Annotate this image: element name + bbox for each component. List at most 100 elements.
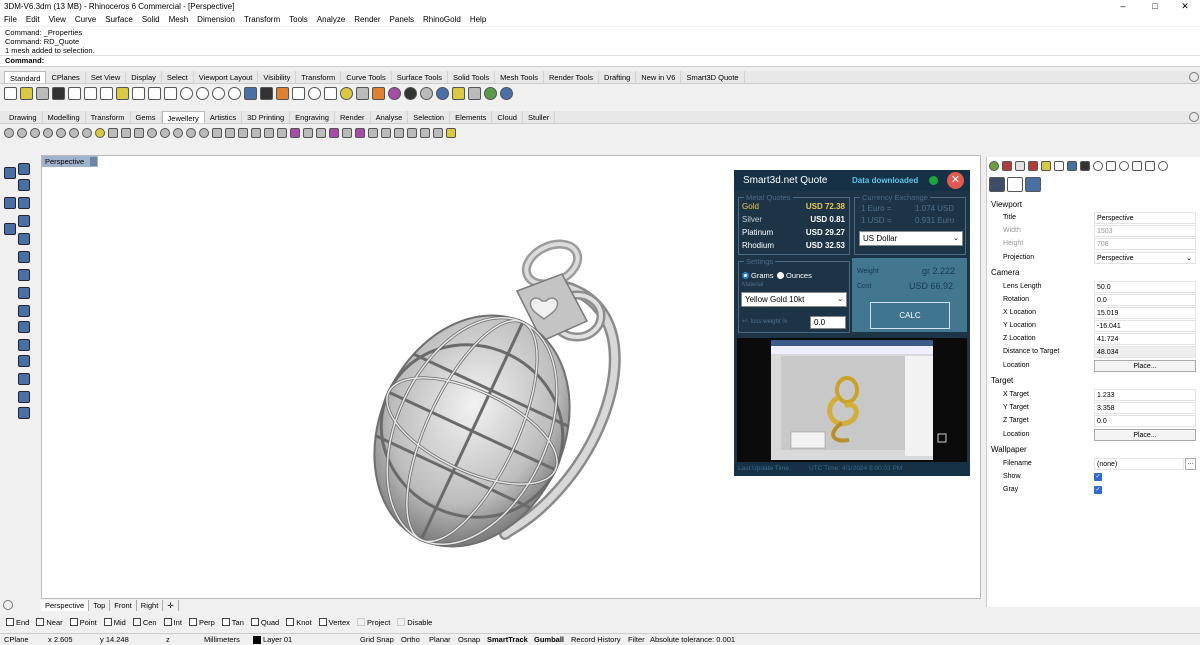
planar-toggle[interactable]: Planar	[429, 635, 451, 644]
select-arrow-icon[interactable]	[4, 167, 16, 179]
viewport-title-tab[interactable]: Perspective	[42, 156, 98, 167]
menu-panels[interactable]: Panels	[386, 13, 419, 26]
coin-icon[interactable]	[95, 128, 105, 138]
layers-icon[interactable]	[372, 86, 385, 100]
text-icon[interactable]	[433, 128, 443, 138]
ring-icon[interactable]	[69, 128, 79, 138]
tab-front[interactable]: Front	[110, 600, 137, 611]
title-field[interactable]: Perspective	[1094, 212, 1196, 224]
menu-help[interactable]: Help	[466, 13, 491, 26]
folder-icon[interactable]	[1041, 161, 1051, 171]
zoom-icon[interactable]	[180, 86, 193, 100]
ellipsoid-icon[interactable]	[18, 287, 30, 299]
ounces-radio[interactable]	[777, 272, 784, 279]
paraboloid-icon[interactable]	[18, 305, 30, 317]
bracelet-icon[interactable]	[134, 128, 144, 138]
pin-icon[interactable]	[264, 128, 274, 138]
select-icon[interactable]	[292, 86, 305, 100]
paste-icon[interactable]	[116, 86, 129, 100]
decal-icon[interactable]	[1028, 161, 1038, 171]
checkbox[interactable]	[69, 618, 78, 626]
material-icon[interactable]	[1002, 161, 1012, 171]
viewport-icon[interactable]	[1007, 177, 1023, 192]
bangle-icon[interactable]	[173, 128, 183, 138]
help-icon[interactable]	[500, 86, 513, 100]
globe-icon[interactable]	[484, 86, 497, 100]
pave-icon[interactable]	[355, 128, 365, 138]
quote-header[interactable]: Smart3d.net Quote Data downloaded ✕	[734, 170, 970, 191]
y-target-field[interactable]: 3.358	[1094, 402, 1196, 414]
loss-weight-input[interactable]: 0.0	[810, 316, 846, 329]
menu-render[interactable]: Render	[350, 13, 385, 26]
car-icon[interactable]	[276, 86, 289, 100]
osnap-int[interactable]: Int	[163, 616, 182, 628]
lock-icon[interactable]	[356, 86, 369, 100]
checkbox[interactable]	[221, 618, 230, 626]
chain-icon[interactable]	[186, 128, 196, 138]
menu-solid[interactable]: Solid	[138, 13, 165, 26]
osnap-perp[interactable]: Perp	[188, 616, 215, 628]
pin-icon[interactable]	[277, 128, 287, 138]
surface-icon[interactable]	[18, 197, 30, 209]
bangle-icon[interactable]	[147, 128, 157, 138]
dimension-icon[interactable]	[18, 391, 30, 403]
z-target-field[interactable]: 0.0	[1094, 415, 1196, 427]
checkbox[interactable]	[36, 618, 45, 626]
boolean-icon[interactable]	[18, 339, 30, 351]
zoom-selected-icon[interactable]	[228, 86, 241, 100]
gray-checkbox[interactable]: ✓	[1094, 486, 1102, 494]
show-checkbox[interactable]: ✓	[1094, 473, 1102, 481]
osnap-end[interactable]: End	[6, 616, 29, 628]
earring-icon[interactable]	[251, 128, 261, 138]
cut-icon[interactable]	[84, 86, 97, 100]
add-viewport-icon[interactable]: ✛	[163, 600, 179, 611]
close-icon[interactable]: ✕	[947, 172, 964, 189]
copy-icon[interactable]	[100, 86, 113, 100]
tab-smart3d-quote[interactable]: Smart3D Quote	[681, 71, 745, 83]
checkbox[interactable]	[6, 618, 14, 626]
menu-tools[interactable]: Tools	[285, 13, 313, 26]
rotation-field[interactable]: 0.0	[1094, 294, 1196, 306]
ring-icon[interactable]	[4, 128, 14, 138]
checkbox[interactable]	[318, 618, 327, 626]
osnap-point[interactable]: Point	[69, 616, 97, 628]
checkbox[interactable]	[250, 618, 259, 626]
units-label[interactable]: Millimeters	[204, 635, 240, 644]
promo-video-thumbnail[interactable]	[737, 338, 967, 462]
checkbox[interactable]	[356, 618, 365, 626]
osnap-disable[interactable]: Disable	[397, 616, 432, 628]
tab-right[interactable]: Right	[137, 600, 164, 611]
gumball-toggle[interactable]: Gumball	[534, 635, 564, 644]
osnap-knot[interactable]: Knot	[286, 616, 312, 628]
save-icon[interactable]	[36, 86, 49, 100]
menu-surface[interactable]: Surface	[101, 13, 138, 26]
torus-icon[interactable]	[18, 321, 30, 333]
named-view-icon[interactable]	[1132, 161, 1142, 171]
menu-transform[interactable]: Transform	[240, 13, 285, 26]
clasp-icon[interactable]	[225, 128, 235, 138]
cone-icon[interactable]	[18, 251, 30, 263]
currency-select[interactable]: US Dollar ⌄	[859, 231, 963, 246]
help-icon[interactable]	[1093, 161, 1103, 171]
place-target-button[interactable]: Place...	[1094, 429, 1196, 441]
gear-icon[interactable]	[1189, 112, 1199, 122]
current-layer[interactable]: Layer 01	[263, 635, 292, 644]
light-bulb-icon[interactable]	[1015, 161, 1025, 171]
place-camera-button[interactable]: Place...	[1094, 360, 1196, 372]
analyze-icon[interactable]	[18, 407, 30, 419]
earring-icon[interactable]	[238, 128, 248, 138]
menu-analyze[interactable]: Analyze	[313, 13, 350, 26]
chevron-down-icon[interactable]	[90, 157, 97, 166]
shaded-sphere-icon[interactable]	[404, 86, 417, 100]
checkbox[interactable]	[163, 618, 172, 626]
distance-field[interactable]: 48.034	[1094, 346, 1196, 358]
checkbox[interactable]	[286, 618, 295, 626]
transform-icon[interactable]	[18, 355, 30, 367]
tab-perspective[interactable]: Perspective	[41, 600, 90, 611]
curve-icon[interactable]	[18, 179, 30, 191]
record-history-toggle[interactable]: Record History	[571, 635, 621, 644]
menu-curve[interactable]: Curve	[71, 13, 101, 26]
smarttrack-toggle[interactable]: SmartTrack	[487, 635, 528, 644]
polyline-icon[interactable]	[4, 197, 16, 209]
import-icon[interactable]	[68, 86, 81, 100]
